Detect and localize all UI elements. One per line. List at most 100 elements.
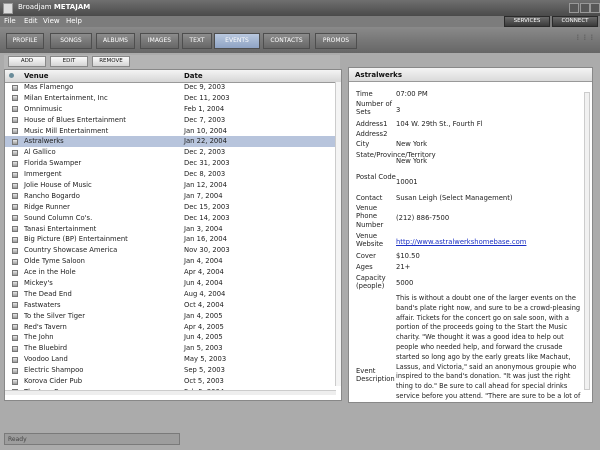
website-link[interactable]: http://www.astralwerkshomebase.com xyxy=(396,238,581,246)
table-row[interactable]: Tanasi Entertainment Jan 3, 2004 xyxy=(5,224,336,235)
menu-edit[interactable]: Edit xyxy=(24,17,38,25)
event-icon xyxy=(12,182,18,189)
venue-cell: Omnimusic xyxy=(24,104,63,113)
table-row[interactable]: Ridge Runner Dec 15, 2003 xyxy=(5,202,336,213)
event-icon xyxy=(12,378,18,385)
table-row[interactable]: Al Gallico Dec 2, 2003 xyxy=(5,147,336,158)
date-cell: Dec 8, 2003 xyxy=(184,170,226,179)
description-text: This is without a doubt one of the large… xyxy=(396,294,581,402)
table-row[interactable]: Olde Tyme Saloon Jan 4, 2004 xyxy=(5,256,336,267)
venue-cell: The John xyxy=(24,333,54,342)
maximize-button[interactable] xyxy=(580,3,590,13)
date-cell: Jan 4, 2004 xyxy=(184,257,223,266)
menu-file[interactable]: File xyxy=(4,17,16,25)
table-row[interactable]: Korova Cider Pub Oct 5, 2003 xyxy=(5,376,336,387)
list-vertical-scrollbar[interactable] xyxy=(335,82,341,386)
menu-view[interactable]: View xyxy=(43,17,60,25)
event-icon xyxy=(12,171,18,178)
table-row[interactable]: The John Jun 4, 2005 xyxy=(5,332,336,343)
detail-header: Astralwerks xyxy=(349,68,592,82)
date-cell: Jan 4, 2005 xyxy=(184,311,223,320)
field-label: Venue Website xyxy=(356,232,384,249)
field-label: Ages xyxy=(356,263,373,271)
field-value: 07:00 PM xyxy=(396,90,428,98)
event-icon xyxy=(12,106,18,113)
list-horizontal-scrollbar[interactable] xyxy=(5,390,336,395)
date-cell: Dec 2, 2003 xyxy=(184,148,226,157)
description-label: Event Description xyxy=(356,367,395,384)
venue-cell: Ridge Runner xyxy=(24,202,70,211)
venue-cell: Country Showcase America xyxy=(24,246,118,255)
tab-profile[interactable]: PROFILE xyxy=(6,33,44,49)
table-row[interactable]: Electric Shampoo Sep 5, 2003 xyxy=(5,365,336,376)
table-row[interactable]: Fastwaters Oct 4, 2004 xyxy=(5,300,336,311)
field-label: Address1 xyxy=(356,120,388,128)
services-button[interactable]: SERVICES xyxy=(504,16,550,27)
date-cell: Jan 3, 2004 xyxy=(184,224,223,233)
table-row[interactable]: Country Showcase America Nov 30, 2003 xyxy=(5,245,336,256)
column-header-date[interactable]: Date xyxy=(184,72,203,80)
field-value: 3 xyxy=(396,106,401,114)
table-row[interactable]: Astralwerks Jan 22, 2004 xyxy=(5,136,336,148)
add-button[interactable]: ADD xyxy=(8,56,46,67)
venue-cell: Olde Tyme Saloon xyxy=(24,257,85,266)
list-rows: Mas Flamengo Dec 9, 2003 Milan Entertainme… xyxy=(5,82,336,398)
tab-text[interactable]: TEXT xyxy=(182,33,212,49)
date-cell: Jan 22, 2004 xyxy=(184,137,227,146)
date-cell: Apr 4, 2004 xyxy=(184,268,224,277)
table-row[interactable]: The Bluebird Jan 5, 2003 xyxy=(5,343,336,354)
table-row[interactable]: Music Mill Entertainment Jan 10, 2004 xyxy=(5,126,336,137)
venue-cell: Electric Shampoo xyxy=(24,366,84,375)
table-row[interactable]: Mas Flamengo Dec 9, 2003 xyxy=(5,82,336,93)
table-row[interactable]: Sound Column Co's. Dec 14, 2003 xyxy=(5,213,336,224)
field-value: New York xyxy=(396,157,428,165)
close-button[interactable] xyxy=(590,3,600,13)
event-icon xyxy=(12,291,18,298)
table-row[interactable]: Milan Entertainment, Inc Dec 11, 2003 xyxy=(5,93,336,104)
event-icon xyxy=(12,215,18,222)
tab-songs[interactable]: SONGS xyxy=(50,33,92,49)
event-icon xyxy=(12,302,18,309)
table-row[interactable]: Rancho Bogardo Jan 7, 2004 xyxy=(5,191,336,202)
title-bar: Broadjam METAJAM xyxy=(0,0,600,16)
table-row[interactable]: The Dead End Aug 4, 2004 xyxy=(5,289,336,300)
venue-cell: Ace in the Hole xyxy=(24,268,76,277)
event-icon xyxy=(12,236,18,243)
field-value: 10001 xyxy=(396,178,418,186)
table-row[interactable]: Red's Tavern Apr 4, 2005 xyxy=(5,322,336,333)
venue-cell: Mickey's xyxy=(24,279,53,288)
table-row[interactable]: Immergent Dec 8, 2003 xyxy=(5,169,336,180)
venue-cell: Mas Flamengo xyxy=(24,83,74,91)
minimize-button[interactable] xyxy=(569,3,579,13)
status-bar: Ready xyxy=(4,433,180,445)
venue-cell: Fastwaters xyxy=(24,300,61,309)
table-row[interactable]: Ace in the Hole Apr 4, 2004 xyxy=(5,267,336,278)
event-icon xyxy=(12,128,18,135)
table-row[interactable]: Omnimusic Feb 1, 2004 xyxy=(5,104,336,115)
detail-scrollbar[interactable] xyxy=(584,92,590,390)
venue-cell: Voodoo Land xyxy=(24,355,68,364)
date-cell: Feb 1, 2004 xyxy=(184,104,225,113)
table-row[interactable]: To the Silver Tiger Jan 4, 2005 xyxy=(5,311,336,322)
column-header-venue[interactable]: Venue xyxy=(24,72,49,80)
table-row[interactable]: Jolie House of Music Jan 12, 2004 xyxy=(5,180,336,191)
table-row[interactable]: Voodoo Land May 5, 2003 xyxy=(5,354,336,365)
layout-grip-icon[interactable]: ⋮⋮⋮ xyxy=(575,34,596,41)
field-label: State/Province/Territory xyxy=(356,151,436,159)
tab-events[interactable]: EVENTS xyxy=(214,33,260,49)
table-row[interactable]: Florida Swamper Dec 31, 2003 xyxy=(5,158,336,169)
edit-button[interactable]: EDIT xyxy=(50,56,88,67)
menu-help[interactable]: Help xyxy=(66,17,82,25)
tab-promos[interactable]: PROMOS xyxy=(315,33,357,49)
connect-button[interactable]: CONNECT xyxy=(552,16,598,27)
tab-images[interactable]: IMAGES xyxy=(140,33,179,49)
event-icon xyxy=(12,334,18,341)
venue-cell: Jolie House of Music xyxy=(24,181,92,190)
table-row[interactable]: Big Picture (BP) Entertainment Jan 16, 20… xyxy=(5,234,336,245)
tab-contacts[interactable]: CONTACTS xyxy=(263,33,310,49)
table-row[interactable]: House of Blues Entertainment Dec 7, 2003 xyxy=(5,115,336,126)
tab-albums[interactable]: ALBUMS xyxy=(96,33,135,49)
remove-button[interactable]: REMOVE xyxy=(92,56,130,67)
table-row[interactable]: Mickey's Jun 4, 2004 xyxy=(5,278,336,289)
event-icon xyxy=(12,324,18,331)
